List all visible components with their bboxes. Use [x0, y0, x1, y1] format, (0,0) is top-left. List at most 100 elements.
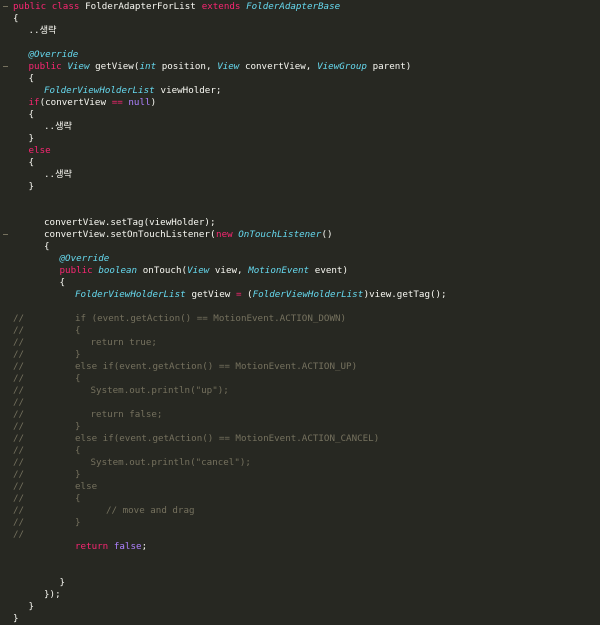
code-token: // [13, 361, 25, 372]
code-token: 생략 [55, 169, 72, 180]
code-line[interactable]: convertView.setOnTouchListener(new OnTou… [0, 229, 600, 241]
code-line[interactable]: } [0, 133, 600, 145]
gutter [1, 577, 11, 589]
code-token: }); [44, 589, 61, 600]
code-line[interactable]: } [0, 181, 600, 193]
code-line[interactable]: // // move and drag [0, 505, 600, 517]
code-line[interactable]: FolderViewHolderList getView = (FolderVi… [0, 289, 600, 301]
code-line[interactable]: return false; [0, 541, 600, 553]
code-token: } [59, 577, 66, 588]
code-line[interactable] [0, 205, 600, 217]
code-token: convertView, [244, 61, 317, 72]
code-line[interactable]: { [0, 109, 600, 121]
code-line[interactable] [0, 553, 600, 565]
code-line[interactable]: { [0, 157, 600, 169]
fold-marker-icon[interactable] [3, 234, 8, 235]
gutter [1, 217, 11, 229]
code-token: else [28, 145, 51, 156]
code-line[interactable]: //} [0, 421, 600, 433]
code-line[interactable]: // else if(event.getAction() == MotionEve… [0, 433, 600, 445]
code-line[interactable]: // { [0, 373, 600, 385]
code-token: public [59, 265, 99, 276]
code-line[interactable]: .. 생략 [0, 25, 600, 37]
code-line[interactable]: FolderViewHolderList viewHolder; [0, 85, 600, 97]
code-token: { [75, 493, 81, 504]
gutter [1, 109, 11, 121]
code-token: (convertView [39, 97, 112, 108]
code-token: .. [44, 169, 56, 180]
code-token: // [13, 421, 25, 432]
gutter [1, 397, 11, 409]
code-token: null [128, 97, 151, 108]
code-line[interactable]: //} [0, 517, 600, 529]
code-line[interactable]: // [0, 397, 600, 409]
code-token: = [235, 289, 248, 300]
code-line[interactable]: convertView.setTag(viewHolder); [0, 217, 600, 229]
code-line[interactable]: // [0, 529, 600, 541]
code-line[interactable] [0, 193, 600, 205]
code-token: OnTouchListener [238, 229, 322, 240]
gutter [1, 601, 11, 613]
gutter [1, 409, 11, 421]
code-line[interactable] [0, 37, 600, 49]
code-line[interactable]: public View getView(int position, View c… [0, 61, 600, 73]
gutter [1, 421, 11, 433]
code-line[interactable]: // { [0, 445, 600, 457]
gutter [1, 505, 11, 517]
gutter [1, 469, 11, 481]
code-editor[interactable]: public class FolderAdapterForList extend… [0, 0, 600, 624]
gutter [1, 565, 11, 577]
code-line[interactable]: @Override [0, 253, 600, 265]
code-token: ; [141, 541, 148, 552]
code-line[interactable]: // else [0, 481, 600, 493]
gutter [1, 181, 11, 193]
code-token: extends [201, 1, 246, 12]
code-line[interactable]: } [0, 601, 600, 613]
code-token: View [187, 265, 215, 276]
gutter [1, 205, 11, 217]
code-line[interactable]: }); [0, 589, 600, 601]
code-line[interactable]: .. 생략 [0, 169, 600, 181]
code-line[interactable]: .. 생략 [0, 121, 600, 133]
fold-marker-icon[interactable] [3, 6, 8, 7]
code-line[interactable] [0, 565, 600, 577]
code-line[interactable]: } [0, 613, 600, 625]
code-line[interactable] [0, 301, 600, 313]
code-line[interactable]: if (convertView == null) [0, 97, 600, 109]
gutter [1, 301, 11, 313]
code-line[interactable]: //} [0, 469, 600, 481]
code-token: return true; [90, 337, 157, 348]
fold-marker-icon[interactable] [3, 66, 8, 67]
code-line[interactable]: } [0, 577, 600, 589]
code-line[interactable]: { [0, 277, 600, 289]
code-token: )view.getTag(); [363, 289, 447, 300]
code-line[interactable]: // else if(event.getAction() == MotionEve… [0, 361, 600, 373]
gutter [1, 493, 11, 505]
code-line[interactable]: { [0, 73, 600, 85]
code-line[interactable]: // { [0, 325, 600, 337]
code-line[interactable]: // return false; [0, 409, 600, 421]
code-token: getView [191, 289, 236, 300]
code-line[interactable]: //} [0, 349, 600, 361]
code-token: onTouch( [142, 265, 188, 276]
gutter [1, 457, 11, 469]
code-line[interactable]: // { [0, 493, 600, 505]
code-token: else if(event.getAction() == MotionEvent… [75, 361, 358, 372]
code-line[interactable]: { [0, 241, 600, 253]
gutter [1, 613, 11, 625]
code-line[interactable]: // System.out.println("cancel"); [0, 457, 600, 469]
code-token: return [75, 541, 114, 552]
code-token: // [13, 481, 25, 492]
code-token: false [113, 541, 142, 552]
code-line[interactable]: // System.out.println("up"); [0, 385, 600, 397]
code-line[interactable]: // if (event.getAction() == MotionEvent.A… [0, 313, 600, 325]
code-line[interactable]: // return true; [0, 337, 600, 349]
code-line[interactable]: else [0, 145, 600, 157]
code-token: // [13, 385, 25, 396]
code-line[interactable]: @Override [0, 49, 600, 61]
code-line[interactable]: { [0, 13, 600, 25]
code-line[interactable]: public boolean onTouch(View view, Motion… [0, 265, 600, 277]
code-token: .. [28, 25, 40, 36]
code-token: { [28, 73, 35, 84]
code-line[interactable]: public class FolderAdapterForList extend… [0, 1, 600, 13]
